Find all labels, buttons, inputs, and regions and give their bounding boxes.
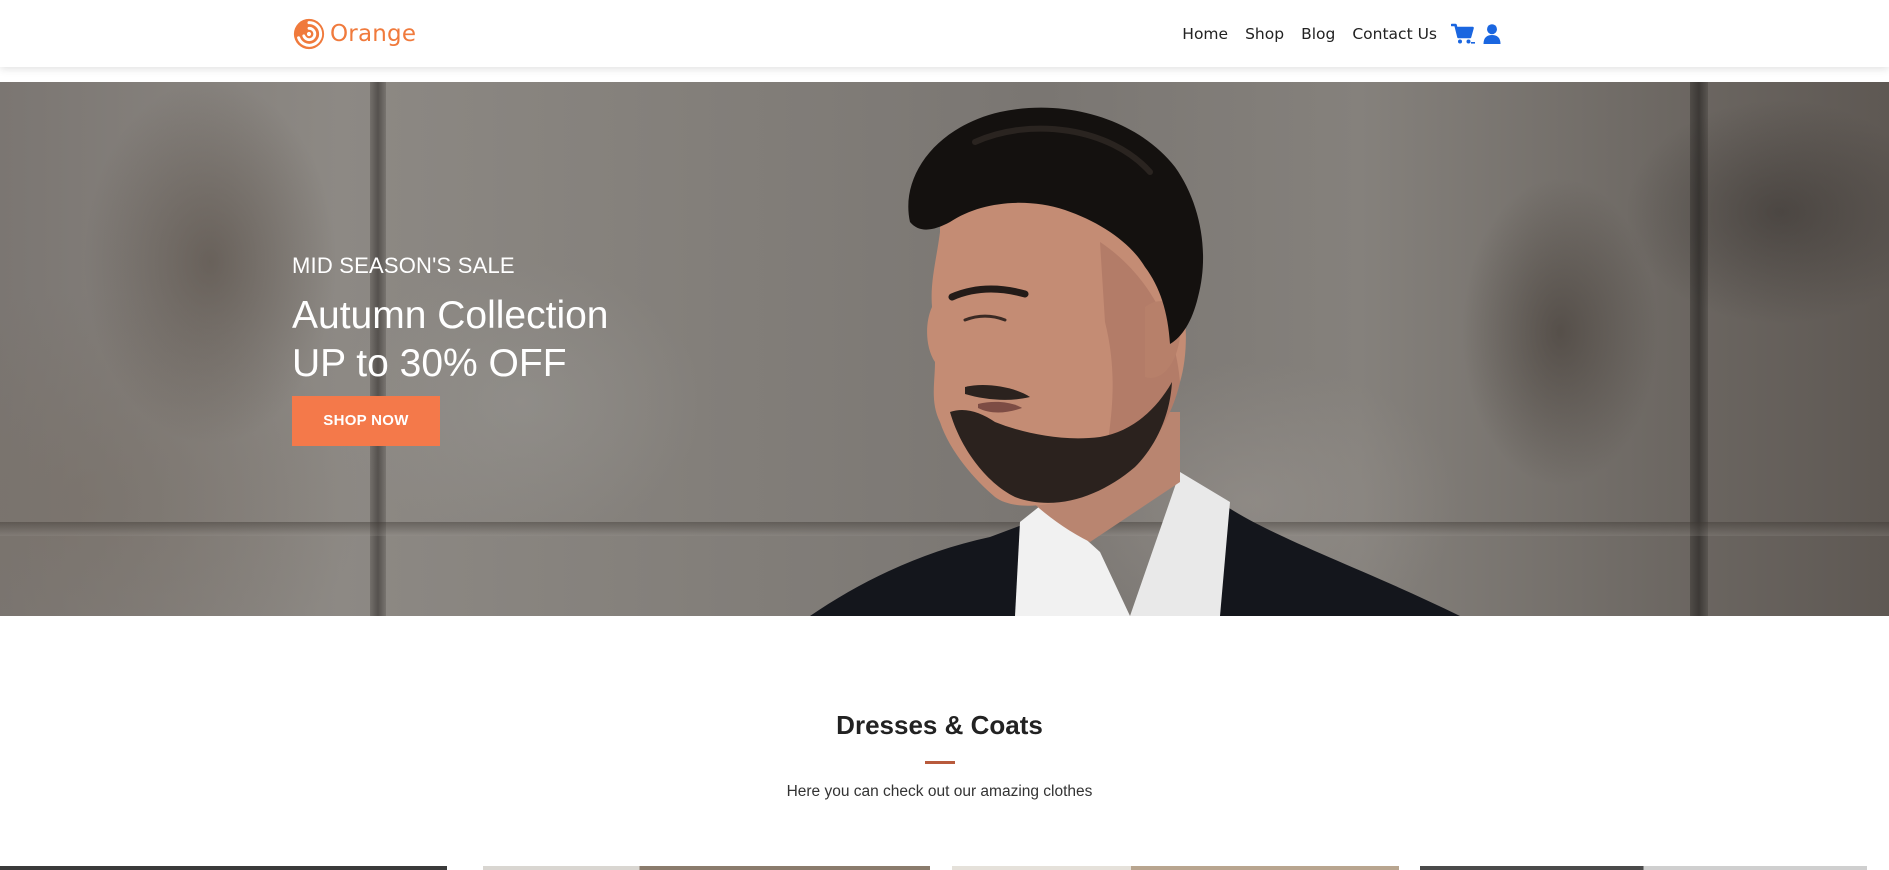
nav-blog[interactable]: Blog: [1301, 22, 1335, 46]
shop-now-button[interactable]: SHOP NOW: [292, 396, 440, 446]
nav-home[interactable]: Home: [1182, 22, 1228, 46]
product-card[interactable]: [952, 866, 1399, 870]
site-header: Orange Home Shop Blog Contact Us: [0, 0, 1889, 67]
hero-title-line2: UP to 30% OFF: [292, 342, 567, 385]
user-icon: [1483, 24, 1501, 44]
section-subtitle: Here you can check out our amazing cloth…: [786, 783, 1093, 800]
hero-banner: MID SEASON'S SALE Autumn Collection UP t…: [0, 82, 1889, 616]
account-button[interactable]: [1483, 24, 1501, 44]
section-divider: [925, 761, 955, 764]
section-title: Dresses & Coats: [836, 710, 1043, 740]
main-nav: Home Shop Blog Contact Us: [1182, 22, 1501, 46]
brand-logo[interactable]: Orange: [292, 16, 416, 52]
cart-icon: [1451, 23, 1475, 44]
hero-title-line1: Autumn Collection: [292, 294, 609, 337]
cart-button[interactable]: [1451, 23, 1475, 45]
product-card[interactable]: [1420, 866, 1867, 870]
hero-eyebrow: MID SEASON'S SALE: [292, 253, 515, 278]
nav-shop[interactable]: Shop: [1245, 22, 1284, 46]
brand-name: Orange: [330, 21, 417, 47]
hero-model-image: [810, 107, 1460, 616]
product-card[interactable]: [0, 866, 447, 870]
product-card[interactable]: [483, 866, 930, 870]
orange-logo-icon: [293, 18, 325, 50]
nav-contact-us[interactable]: Contact Us: [1352, 22, 1437, 46]
product-grid: [0, 866, 1889, 870]
hero-text-block: MID SEASON'S SALE Autumn Collection UP t…: [292, 252, 609, 446]
